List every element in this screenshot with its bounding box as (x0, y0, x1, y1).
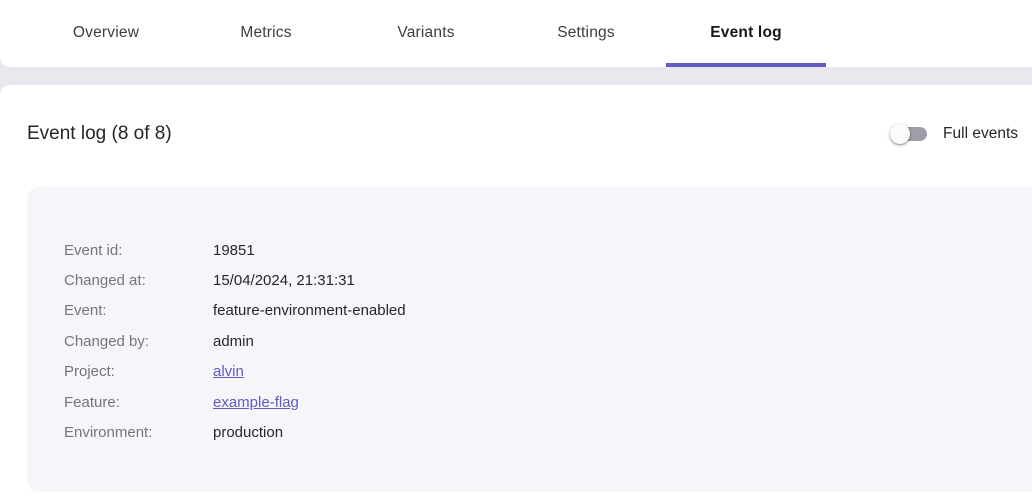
tab-variants[interactable]: Variants (346, 0, 506, 67)
event-log-header-row: Event log (8 of 8) Full events (0, 85, 1032, 147)
feature-link[interactable]: example-flag (213, 394, 299, 411)
event-row-value: feature-environment-enabled (213, 302, 406, 319)
event-row-event-id: Event id: 19851 (64, 235, 1032, 265)
full-events-toggle-group: Full events (893, 125, 1018, 143)
event-row-environment: Environment: production (64, 417, 1032, 447)
toggle-knob (890, 124, 910, 144)
page-title: Event log (8 of 8) (27, 121, 172, 147)
event-row-value: production (213, 424, 283, 441)
event-row-value: admin (213, 333, 254, 350)
event-row-changed-at: Changed at: 15/04/2024, 21:31:31 (64, 265, 1032, 295)
event-row-label: Event id: (64, 242, 213, 259)
feature-tab-bar: Overview Metrics Variants Settings Event… (0, 0, 1032, 67)
event-row-label: Feature: (64, 394, 213, 411)
full-events-toggle[interactable] (893, 127, 927, 141)
event-row-event: Event: feature-environment-enabled (64, 296, 1032, 326)
event-row-changed-by: Changed by: admin (64, 326, 1032, 356)
project-link[interactable]: alvin (213, 363, 244, 380)
event-row-value: 19851 (213, 242, 255, 259)
event-row-feature: Feature: example-flag (64, 387, 1032, 417)
event-row-label: Changed by: (64, 333, 213, 350)
event-row-label: Event: (64, 302, 213, 319)
event-row-label: Project: (64, 363, 213, 380)
tab-overview[interactable]: Overview (26, 0, 186, 67)
tab-event-log[interactable]: Event log (666, 0, 826, 67)
event-row-label: Environment: (64, 424, 213, 441)
event-row-label: Changed at: (64, 272, 213, 289)
event-row-value: 15/04/2024, 21:31:31 (213, 272, 355, 289)
event-details-card: Event id: 19851 Changed at: 15/04/2024, … (27, 187, 1032, 492)
tab-metrics[interactable]: Metrics (186, 0, 346, 67)
full-events-toggle-label: Full events (943, 125, 1018, 143)
event-row-project: Project: alvin (64, 357, 1032, 387)
tab-settings[interactable]: Settings (506, 0, 666, 67)
event-log-panel: Event log (8 of 8) Full events Event id:… (0, 85, 1032, 502)
